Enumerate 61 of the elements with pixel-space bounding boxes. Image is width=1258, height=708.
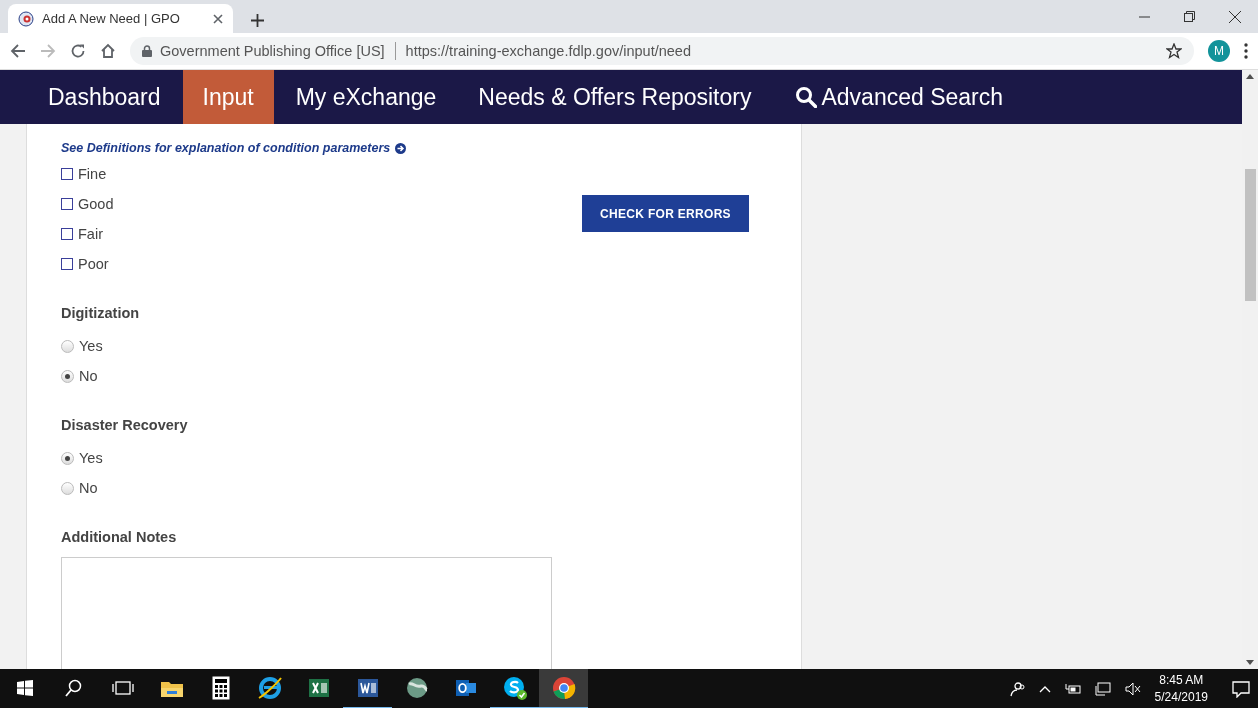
radio-label: Yes [79, 338, 103, 354]
search-icon [64, 679, 83, 697]
nav-tab[interactable]: My eXchange [275, 70, 457, 124]
checkbox[interactable] [61, 168, 73, 180]
nav-tab[interactable]: Advanced Search [773, 70, 1024, 124]
clock-time[interactable]: 8:45 AM [1159, 672, 1204, 689]
volume-muted-icon[interactable] [1124, 682, 1141, 696]
windows-logo-icon [16, 680, 33, 696]
new-tab-plus-icon[interactable] [251, 14, 264, 27]
radio-button[interactable] [61, 481, 74, 495]
radio-label: Yes [79, 450, 103, 466]
site-identity: Government Publishing Office [US] [160, 43, 385, 59]
scroll-down-icon[interactable] [1246, 660, 1254, 665]
nav-tab[interactable]: Dashboard [28, 70, 181, 124]
check-errors-button[interactable]: CHECK FOR ERRORS [582, 195, 749, 232]
nav-tab[interactable]: Needs & Offers Repository [458, 70, 772, 124]
notes-field[interactable] [61, 557, 552, 669]
tab-title: Add A New Need | GPO [42, 11, 181, 26]
star-icon[interactable] [1166, 43, 1182, 59]
caret-up-icon[interactable] [1038, 685, 1051, 693]
site-logo-icon [18, 10, 34, 27]
profile-avatar[interactable]: M [1208, 40, 1230, 62]
checkbox[interactable] [61, 258, 73, 270]
battery-icon[interactable] [1064, 683, 1081, 695]
arrow-circle-icon[interactable] [395, 142, 407, 154]
restore-icon[interactable] [1184, 11, 1195, 22]
section-heading: Disaster Recovery [61, 417, 189, 435]
checkbox[interactable] [61, 198, 73, 210]
radio-label: No [79, 368, 98, 384]
taskbar-app[interactable] [539, 669, 588, 708]
radio-label: No [79, 480, 98, 496]
nav-tab[interactable]: Input [182, 70, 274, 124]
people-icon[interactable] [1008, 681, 1025, 697]
radio-button[interactable] [61, 339, 74, 353]
menu-icon[interactable] [1244, 43, 1248, 59]
checkbox-label: Fine [78, 166, 107, 182]
checkbox-label: Fair [78, 226, 103, 242]
radio-button[interactable] [61, 369, 74, 383]
close-icon[interactable] [1229, 10, 1241, 23]
home-icon[interactable] [100, 43, 116, 59]
section-heading: Additional Notes [61, 529, 178, 547]
checkbox-label: Poor [78, 256, 109, 272]
definitions-link[interactable]: See Definitions for explanation of condition parameters [61, 141, 391, 155]
reload-icon[interactable] [70, 43, 86, 59]
close-icon[interactable] [213, 13, 223, 24]
radio-button[interactable] [61, 451, 74, 465]
checkbox[interactable] [61, 228, 73, 240]
network-icon[interactable] [1094, 682, 1111, 696]
task-view-icon [111, 681, 134, 695]
lock-icon [142, 45, 152, 57]
clock-date[interactable]: 5/24/2019 [1154, 689, 1208, 706]
scroll-up-icon[interactable] [1246, 74, 1254, 79]
address-bar[interactable]: Government Publishing Office [US] https://training-exchange.fdlp.gov/input/need [130, 37, 1194, 65]
notifications-icon[interactable] [1232, 680, 1250, 698]
section-heading: Digitization [61, 305, 141, 323]
checkbox-label: Good [78, 196, 114, 212]
url-text: https://training-exchange.fdlp.gov/input/need [405, 43, 691, 59]
browser-tab[interactable]: Add A New Need | GPO [8, 4, 233, 33]
scrollbar-thumb[interactable] [1244, 168, 1256, 301]
search-icon [795, 86, 818, 108]
back-arrow-icon[interactable] [10, 43, 26, 59]
